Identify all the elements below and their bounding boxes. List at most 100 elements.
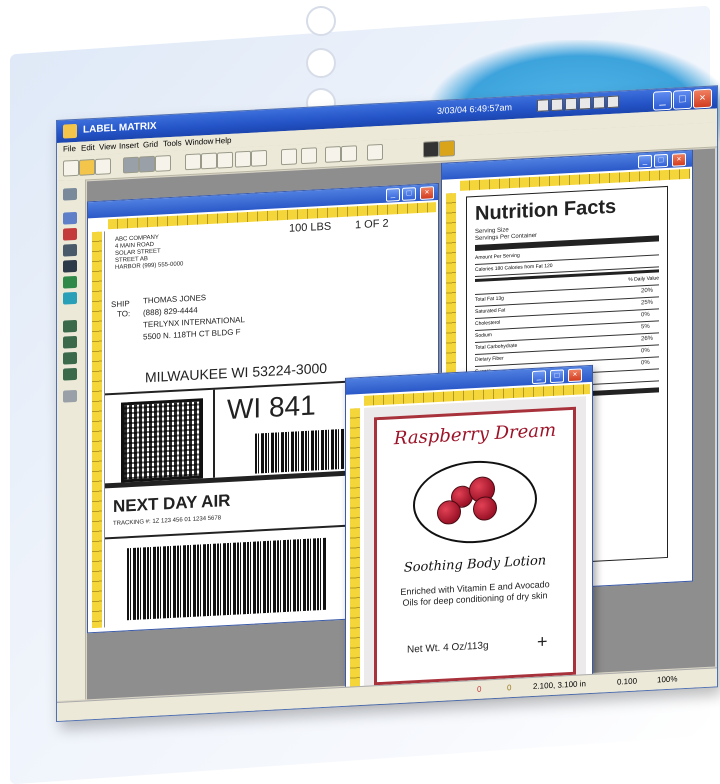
- menu-tools[interactable]: Tools: [163, 138, 182, 148]
- menu-view[interactable]: View: [99, 142, 116, 152]
- package-count: 1 OF 2: [355, 217, 389, 232]
- tray-icon[interactable]: [565, 97, 577, 111]
- tracking-barcode: [127, 537, 327, 621]
- daily-value-pct: 0%: [641, 359, 650, 367]
- tray-icon[interactable]: [551, 98, 563, 112]
- raspberry-icon: [473, 495, 497, 522]
- print-icon[interactable]: [123, 156, 139, 174]
- grid-icon[interactable]: [367, 143, 383, 161]
- layer-icon[interactable]: [63, 389, 77, 403]
- daily-value-pct: 20%: [641, 287, 654, 295]
- maxicode-symbol: [121, 398, 203, 483]
- tray-icon[interactable]: [579, 96, 591, 110]
- tray-icon[interactable]: [607, 95, 619, 109]
- stop-icon[interactable]: [423, 140, 439, 158]
- align-left-icon[interactable]: [63, 319, 77, 333]
- product-description: Enriched with Vitamin E and Avocado Oils…: [400, 579, 550, 608]
- app-title: LABEL MATRIX: [83, 120, 157, 136]
- align-right-icon[interactable]: [63, 351, 77, 365]
- vertical-ruler: [350, 408, 360, 693]
- weight-text: 100 LBS: [289, 220, 332, 235]
- image-tool-icon[interactable]: [63, 275, 77, 289]
- pointer-tool-icon[interactable]: [63, 187, 77, 201]
- daily-value-pct: 0%: [641, 347, 650, 355]
- shape-tool-icon[interactable]: [63, 291, 77, 305]
- app-icon: [63, 123, 77, 139]
- postal-code: WI 841: [227, 389, 316, 426]
- minimize-button[interactable]: _: [653, 90, 672, 111]
- run-icon[interactable]: [439, 140, 455, 157]
- menu-insert[interactable]: Insert: [119, 141, 139, 151]
- close-button[interactable]: ×: [568, 368, 582, 383]
- align-center-icon[interactable]: [63, 335, 77, 349]
- zoom-in-icon[interactable]: [325, 146, 341, 163]
- tray-icon[interactable]: [593, 96, 605, 109]
- application-window: LABEL MATRIX 3/03/04 6:49:57am _ □ × Fil…: [56, 85, 718, 723]
- zoom-level: 100%: [657, 674, 678, 685]
- close-button[interactable]: ×: [672, 152, 686, 167]
- menu-window[interactable]: Window: [185, 137, 213, 147]
- raspberry-illustration: [413, 457, 537, 547]
- redo-icon[interactable]: [251, 149, 267, 167]
- save-icon[interactable]: [95, 158, 111, 175]
- divider: [213, 389, 215, 478]
- ship-to-line: THOMAS JONES: [143, 293, 207, 306]
- barcode-tool-icon[interactable]: [63, 227, 77, 241]
- zoom-out-icon[interactable]: [341, 145, 357, 163]
- daily-value-pct: 25%: [641, 299, 654, 307]
- properties-icon[interactable]: [301, 147, 317, 165]
- rotate-icon[interactable]: [63, 367, 77, 381]
- maximize-button[interactable]: □: [402, 187, 416, 201]
- product-title: Raspberry Dream: [393, 419, 557, 450]
- binder-ring: [306, 6, 336, 36]
- product-subtitle: Soothing Body Lotion: [403, 553, 547, 576]
- menu-help[interactable]: Help: [215, 136, 231, 146]
- undo-icon[interactable]: [235, 150, 251, 168]
- minimize-button[interactable]: _: [386, 187, 400, 202]
- label-canvas[interactable]: Raspberry Dream Soothing Body Lotion Enr…: [364, 396, 586, 692]
- menu-file[interactable]: File: [63, 144, 76, 154]
- minimize-button[interactable]: _: [638, 154, 652, 169]
- raspberry-icon: [437, 499, 461, 526]
- text-tool-icon[interactable]: [63, 211, 77, 225]
- status-position: 2.100, 3.100 in: [533, 679, 586, 692]
- paste-icon[interactable]: [217, 151, 233, 169]
- to-label: TO:: [117, 309, 131, 319]
- minimize-button[interactable]: _: [532, 370, 546, 385]
- ship-to-line: 5500 N. 118TH CT BLDG F: [143, 327, 241, 342]
- maximize-button[interactable]: □: [550, 369, 564, 384]
- object-toolbar: [57, 179, 86, 701]
- status-field: 0: [507, 683, 512, 693]
- clock-readout: 3/03/04 6:49:57am: [437, 102, 513, 117]
- zoom-page-icon[interactable]: [155, 154, 171, 172]
- ship-label: SHIP: [111, 299, 130, 310]
- daily-value-pct: 0%: [641, 311, 650, 319]
- box-tool-icon[interactable]: [63, 259, 77, 273]
- maximize-button[interactable]: □: [673, 89, 692, 110]
- daily-value-pct: 5%: [641, 323, 650, 331]
- product-label[interactable]: Raspberry Dream Soothing Body Lotion Enr…: [374, 406, 576, 686]
- close-button[interactable]: ×: [420, 186, 434, 200]
- close-button[interactable]: ×: [693, 88, 712, 109]
- new-icon[interactable]: [63, 159, 79, 177]
- mdi-workspace: _ □ × 100 LBS 1 OF 2 ABC COMPANY 4 MAIN …: [87, 148, 715, 700]
- binder-ring: [306, 48, 336, 78]
- menu-edit[interactable]: Edit: [81, 143, 95, 153]
- database-icon[interactable]: [281, 148, 297, 166]
- product-label-window: _ □ × Raspberry Dream Soothing Body Loti…: [345, 364, 593, 698]
- cut-icon[interactable]: [185, 153, 201, 171]
- line-tool-icon[interactable]: [63, 243, 77, 257]
- daily-value-pct: 26%: [641, 335, 654, 343]
- service-level: NEXT DAY AIR: [113, 490, 231, 517]
- vertical-ruler: [92, 231, 102, 629]
- print-preview-icon[interactable]: [139, 155, 155, 173]
- open-icon[interactable]: [79, 158, 95, 176]
- copy-icon[interactable]: [201, 152, 217, 170]
- tracking-number: TRACKING #: 1Z 123 456 01 1234 5678: [113, 515, 222, 528]
- maximize-button[interactable]: □: [654, 153, 668, 168]
- ship-to-line: (888) 829-4444: [143, 305, 198, 318]
- status-field: 0: [477, 684, 482, 694]
- ship-to-line: TERLYNX INTERNATIONAL: [143, 315, 245, 330]
- menu-grid[interactable]: Grid: [143, 140, 158, 150]
- tray-icon[interactable]: [537, 99, 549, 112]
